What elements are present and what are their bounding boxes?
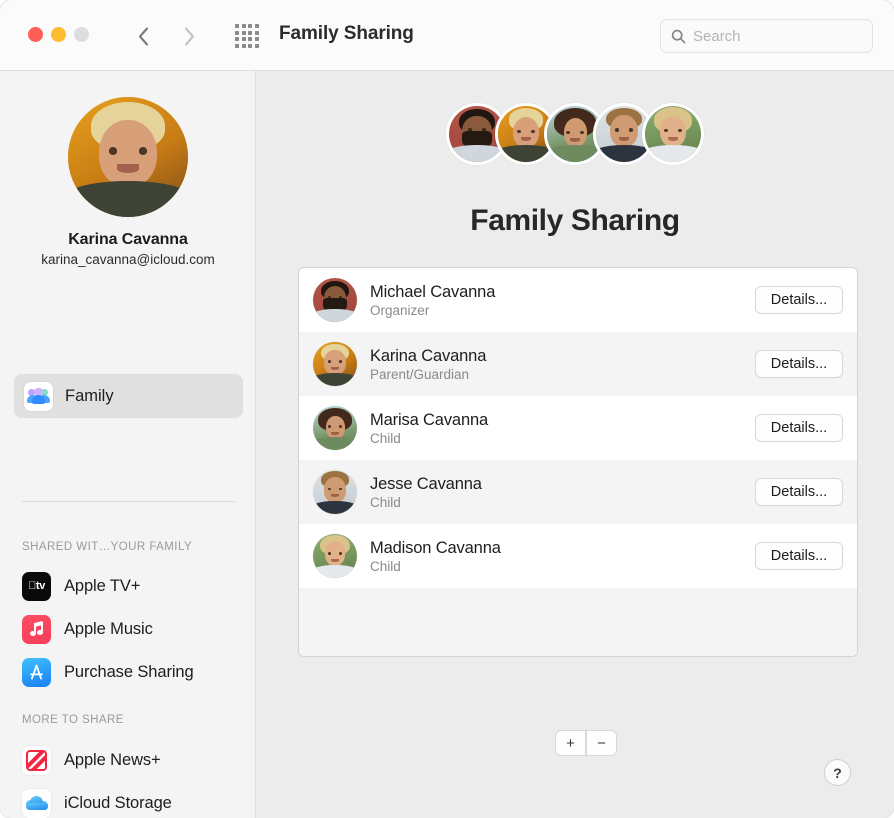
zoom-button[interactable] xyxy=(74,27,89,42)
traffic-lights xyxy=(28,27,89,42)
minimize-button[interactable] xyxy=(51,27,66,42)
table-row[interactable]: Michael Cavanna Organizer Details... xyxy=(299,268,857,332)
close-button[interactable] xyxy=(28,27,43,42)
icloud-icon xyxy=(22,788,51,818)
window-titlebar: Family Sharing xyxy=(0,0,894,71)
search-input[interactable] xyxy=(693,27,853,45)
member-name: Madison Cavanna xyxy=(370,538,501,557)
details-button[interactable]: Details... xyxy=(755,542,843,570)
member-name: Marisa Cavanna xyxy=(370,410,489,429)
add-member-button[interactable]: + xyxy=(555,730,586,756)
page-title: Family Sharing xyxy=(470,204,680,237)
sidebar-section-header-more: MORE TO SHARE xyxy=(22,714,124,726)
sidebar-item-family[interactable]: Family xyxy=(14,374,243,418)
family-avatar-cluster xyxy=(446,103,704,165)
member-avatar xyxy=(313,278,357,322)
member-role: Organizer xyxy=(370,302,430,318)
member-name: Michael Cavanna xyxy=(370,282,496,301)
table-row[interactable]: Karina Cavanna Parent/Guardian Details..… xyxy=(299,332,857,396)
apple-news-icon xyxy=(22,745,51,775)
table-row[interactable]: Madison Cavanna Child Details... xyxy=(299,524,857,588)
member-avatar xyxy=(313,342,357,386)
sidebar-item-label: iCloud Storage xyxy=(64,793,172,812)
back-button[interactable] xyxy=(126,19,160,53)
member-role: Child xyxy=(370,558,401,574)
chevron-right-icon xyxy=(184,26,194,46)
sidebar-item-label: Purchase Sharing xyxy=(64,662,194,681)
add-remove-controls: + − xyxy=(555,730,617,756)
apple-music-icon xyxy=(22,614,51,644)
member-avatar xyxy=(313,534,357,578)
app-store-icon xyxy=(22,657,51,687)
member-role: Parent/Guardian xyxy=(370,366,470,382)
help-button[interactable]: ? xyxy=(824,759,851,786)
search-icon xyxy=(671,29,686,43)
family-sharing-window: Family Sharing Karina Cavanna karina_cav… xyxy=(0,0,894,818)
member-name: Karina Cavanna xyxy=(370,346,487,365)
window-title: Family Sharing xyxy=(279,23,414,44)
member-avatar xyxy=(313,470,357,514)
sidebar: Karina Cavanna karina_cavanna@icloud.com… xyxy=(0,71,256,818)
member-role: Child xyxy=(370,430,401,446)
sidebar-item-apple-music[interactable]: Apple Music xyxy=(22,611,242,647)
avatar xyxy=(68,97,188,217)
user-profile: Karina Cavanna karina_cavanna@icloud.com xyxy=(0,97,256,267)
sidebar-section-header-shared: SHARED WIT…YOUR FAMILY xyxy=(22,541,193,553)
member-avatar xyxy=(313,406,357,450)
chevron-left-icon xyxy=(138,26,148,46)
app-store-glyph xyxy=(30,664,43,679)
list-empty-area xyxy=(299,588,857,656)
details-button[interactable]: Details... xyxy=(755,286,843,314)
forward-button[interactable] xyxy=(172,19,206,53)
sidebar-item-apple-news[interactable]: Apple News+ xyxy=(22,742,242,778)
sidebar-item-apple-tv[interactable]: tv Apple TV+ xyxy=(22,568,242,604)
remove-member-button[interactable]: − xyxy=(586,730,617,756)
profile-name: Karina Cavanna xyxy=(68,231,188,248)
search-field[interactable] xyxy=(660,19,873,53)
sidebar-item-label: Apple News+ xyxy=(64,750,161,769)
table-row[interactable]: Marisa Cavanna Child Details... xyxy=(299,396,857,460)
sidebar-divider xyxy=(22,501,235,502)
main-content: Family Sharing Michael Cavanna Organizer… xyxy=(256,71,894,818)
show-all-grid-icon[interactable] xyxy=(231,24,263,48)
details-button[interactable]: Details... xyxy=(755,350,843,378)
karina-avatar-photo xyxy=(68,97,188,217)
sidebar-item-label: Apple Music xyxy=(64,619,153,638)
profile-email: karina_cavanna@icloud.com xyxy=(41,252,215,267)
sidebar-item-label: Apple TV+ xyxy=(64,576,141,595)
sidebar-item-label: Family xyxy=(65,386,114,405)
family-member-list: Michael Cavanna Organizer Details... Kar… xyxy=(298,267,858,657)
member-name: Jesse Cavanna xyxy=(370,474,482,493)
family-people-icon xyxy=(24,381,53,411)
details-button[interactable]: Details... xyxy=(755,414,843,442)
member-role: Child xyxy=(370,494,401,510)
cluster-avatar-madison xyxy=(642,103,704,165)
details-button[interactable]: Details... xyxy=(755,478,843,506)
table-row[interactable]: Jesse Cavanna Child Details... xyxy=(299,460,857,524)
sidebar-item-purchase-sharing[interactable]: Purchase Sharing xyxy=(22,654,242,690)
sidebar-item-icloud-storage[interactable]: iCloud Storage xyxy=(22,785,242,818)
apple-tv-icon: tv xyxy=(22,571,51,601)
